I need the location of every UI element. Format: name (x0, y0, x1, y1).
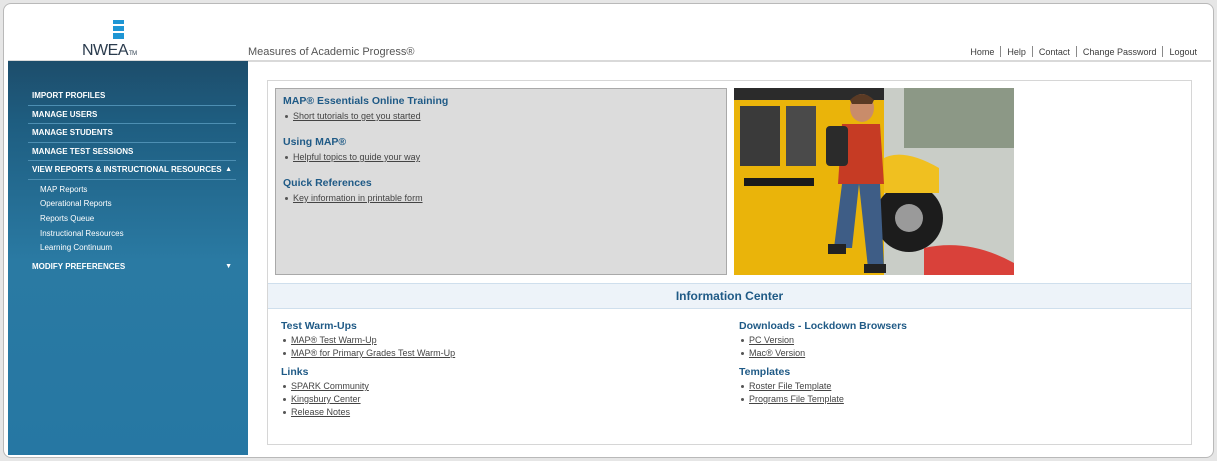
link-map-test-warm-up[interactable]: MAP® Test Warm-Up (291, 335, 377, 345)
app-title: Measures of Academic Progress® (248, 46, 415, 58)
nav-change-password-link[interactable]: Change Password (1077, 47, 1163, 57)
link-roster-file-template[interactable]: Roster File Template (749, 381, 831, 391)
chevron-down-icon: ▼ (225, 262, 232, 270)
bullet-icon (283, 384, 286, 388)
sidebar-item-label: MANAGE TEST SESSIONS (32, 146, 134, 156)
nav-logout-link[interactable]: Logout (1163, 47, 1203, 57)
bullet-icon (283, 397, 286, 401)
info-group-downloads: Downloads - Lockdown Browsers PC Version… (739, 320, 907, 358)
group-title: Downloads - Lockdown Browsers (739, 320, 908, 332)
sidebar-subitem-instructional-resources[interactable]: Instructional Resources (28, 227, 236, 242)
nav-contact-link[interactable]: Contact (1033, 47, 1076, 57)
sidebar-submenu: MAP Reports Operational Reports Reports … (28, 180, 236, 258)
info-column-right: Downloads - Lockdown Browsers PC Version… (739, 320, 907, 412)
sidebar-menu: IMPORT PROFILES MANAGE USERS MANAGE STUD… (28, 87, 236, 276)
app-window: NWEATM Measures of Academic Progress® Ho… (3, 3, 1214, 458)
info-column-left: Test Warm-Ups MAP® Test Warm-Up MAP® for… (281, 320, 455, 425)
sidebar-item-import-profiles[interactable]: IMPORT PROFILES (28, 87, 236, 106)
section-title: MAP® Essentials Online Training (283, 95, 449, 107)
training-section: MAP® Essentials Online Training Short tu… (283, 95, 448, 121)
bullet-icon (283, 338, 286, 342)
bullet-icon (283, 351, 286, 355)
sidebar-item-label: VIEW REPORTS & INSTRUCTIONAL RESOURCES (32, 165, 222, 174)
training-panel: MAP® Essentials Online Training Short tu… (275, 88, 727, 275)
nwea-logo[interactable]: NWEATM (82, 18, 152, 59)
information-center-header: Information Center (268, 283, 1191, 309)
bullet-icon (285, 114, 288, 118)
training-section: Using MAP® Helpful topics to guide your … (283, 136, 420, 162)
sidebar-item-manage-test-sessions[interactable]: MANAGE TEST SESSIONS (28, 143, 236, 161)
sidebar: IMPORT PROFILES MANAGE USERS MANAGE STUD… (8, 61, 248, 455)
link-mac-version[interactable]: Mac® Version (749, 348, 805, 358)
sidebar-item-manage-students[interactable]: MANAGE STUDENTS (28, 124, 236, 143)
info-group-links: Links SPARK Community Kingsbury Center R… (281, 366, 455, 417)
training-link[interactable]: Helpful topics to guide your way (293, 152, 420, 162)
hero-photo-illustration (734, 88, 1014, 275)
training-link[interactable]: Short tutorials to get you started (293, 111, 421, 121)
sidebar-item-label: MANAGE USERS (32, 109, 98, 119)
section-title: Using MAP® (283, 136, 347, 148)
sidebar-item-manage-users[interactable]: MANAGE USERS (28, 106, 236, 124)
logo-trademark: TM (129, 51, 137, 57)
bullet-icon (283, 410, 286, 414)
link-pc-version[interactable]: PC Version (749, 335, 794, 345)
link-kingsbury-center[interactable]: Kingsbury Center (291, 394, 361, 404)
sidebar-subitem-map-reports[interactable]: MAP Reports (28, 183, 236, 198)
section-title: Quick References (283, 177, 372, 189)
sidebar-subitem-learning-continuum[interactable]: Learning Continuum (28, 241, 236, 256)
link-spark-community[interactable]: SPARK Community (291, 381, 369, 391)
training-section: Quick References Key information in prin… (283, 177, 423, 203)
link-release-notes[interactable]: Release Notes (291, 407, 350, 417)
top-nav: Home Help Contact Change Password Logout (964, 46, 1203, 57)
chevron-up-icon: ▲ (225, 166, 232, 173)
group-title: Templates (739, 366, 791, 378)
group-title: Links (281, 366, 309, 378)
info-group-test-warm-ups: Test Warm-Ups MAP® Test Warm-Up MAP® for… (281, 320, 455, 358)
group-title: Test Warm-Ups (281, 320, 357, 332)
bullet-icon (741, 338, 744, 342)
hero-photo-student-school-bus (734, 88, 1014, 275)
sidebar-item-label: IMPORT PROFILES (32, 91, 106, 100)
sidebar-subitem-reports-queue[interactable]: Reports Queue (28, 212, 236, 227)
bullet-icon (285, 155, 288, 159)
sidebar-item-label: MANAGE STUDENTS (32, 128, 113, 137)
link-programs-file-template[interactable]: Programs File Template (749, 394, 844, 404)
sidebar-subitem-operational-reports[interactable]: Operational Reports (28, 197, 236, 212)
nav-help-link[interactable]: Help (1001, 47, 1032, 57)
bullet-icon (741, 397, 744, 401)
bullet-icon (741, 351, 744, 355)
bullet-icon (741, 384, 744, 388)
bullet-icon (285, 196, 288, 200)
training-link[interactable]: Key information in printable form (293, 193, 423, 203)
logo-text: NWEA (82, 42, 129, 59)
info-group-templates: Templates Roster File Template Programs … (739, 366, 907, 404)
nav-home-link[interactable]: Home (964, 47, 1000, 57)
sidebar-item-modify-preferences[interactable]: MODIFY PREFERENCES ▼ (28, 258, 236, 277)
header: NWEATM Measures of Academic Progress® Ho… (4, 4, 1213, 62)
sidebar-item-label: MODIFY PREFERENCES (32, 261, 126, 271)
sidebar-item-view-reports[interactable]: VIEW REPORTS & INSTRUCTIONAL RESOURCES ▲ (28, 161, 236, 180)
main-content: MAP® Essentials Online Training Short tu… (267, 80, 1192, 445)
link-map-primary-warm-up[interactable]: MAP® for Primary Grades Test Warm-Up (291, 348, 455, 358)
logo-mark-icon (113, 20, 124, 40)
